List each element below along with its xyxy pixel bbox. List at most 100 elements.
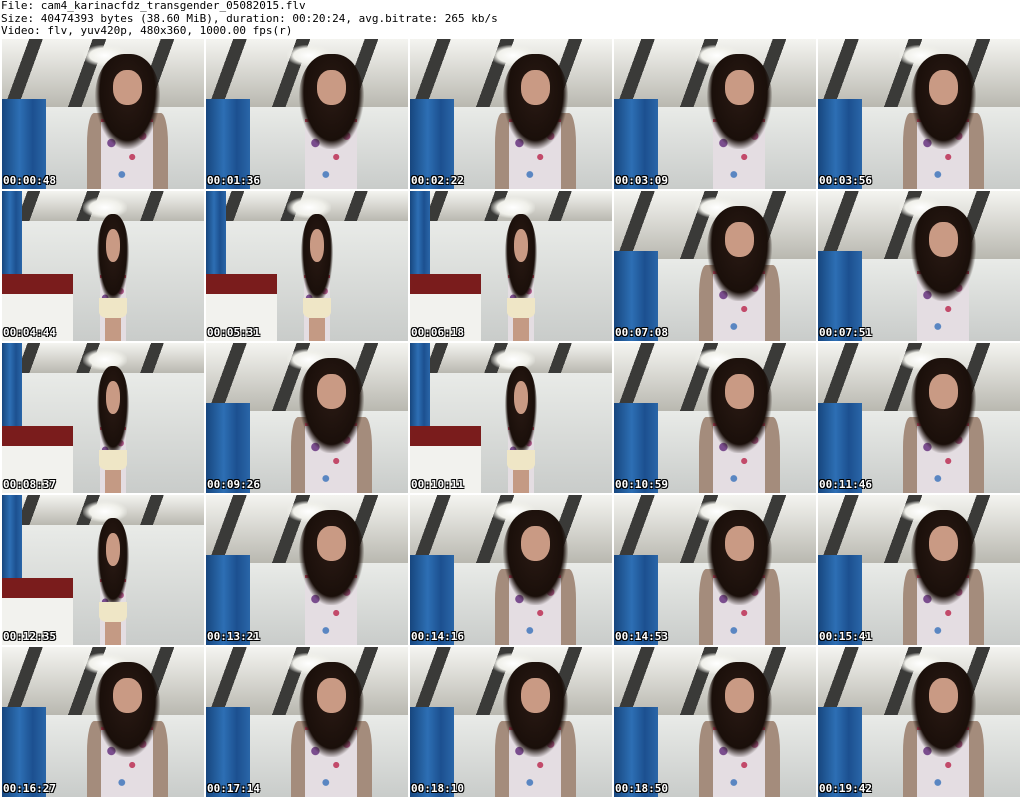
face <box>316 678 346 714</box>
person <box>698 662 780 797</box>
video-thumbnail: 00:19:42 <box>818 647 1020 797</box>
face <box>928 526 958 562</box>
skirt <box>506 297 536 319</box>
video-thumbnail: 00:04:44 <box>2 191 204 341</box>
video-thumbnail: 00:08:37 <box>2 343 204 493</box>
person <box>494 510 576 645</box>
timestamp-label: 00:14:16 <box>411 630 464 643</box>
timestamp-label: 00:15:41 <box>819 630 872 643</box>
timestamp-label: 00:07:08 <box>615 326 668 339</box>
timestamp-label: 00:10:11 <box>411 478 464 491</box>
face <box>724 70 754 106</box>
video-thumbnail: 00:11:46 <box>818 343 1020 493</box>
video-thumbnail: 00:07:08 <box>614 191 816 341</box>
video-thumbnail: 00:14:53 <box>614 495 816 645</box>
timestamp-label: 00:11:46 <box>819 478 872 491</box>
face <box>309 228 325 262</box>
person <box>501 365 541 493</box>
face <box>520 526 550 562</box>
person <box>501 213 541 341</box>
skirt <box>506 449 536 471</box>
person <box>698 206 780 341</box>
file-name-line: File: cam4_karinacfdz_transgender_050820… <box>1 0 306 12</box>
face <box>724 678 754 714</box>
video-thumbnail: 00:07:51 <box>818 191 1020 341</box>
person <box>290 662 372 797</box>
timestamp-label: 00:03:56 <box>819 174 872 187</box>
person <box>93 213 133 341</box>
legs <box>513 470 530 493</box>
person <box>291 510 372 645</box>
video-thumbnail: 00:17:14 <box>206 647 408 797</box>
person <box>93 365 133 493</box>
video-thumbnail: 00:12:35 <box>2 495 204 645</box>
person <box>86 54 168 189</box>
person <box>290 358 372 493</box>
person <box>297 213 337 341</box>
video-thumbnail: 00:02:22 <box>410 39 612 189</box>
video-thumbnail: 00:15:41 <box>818 495 1020 645</box>
thumbnail-grid: 00:00:48 00:01:36 00:02:22 00:03:09 00:03:56… <box>2 39 1020 797</box>
person <box>86 662 168 797</box>
face <box>105 532 121 566</box>
video-thumbnail: 00:01:36 <box>206 39 408 189</box>
timestamp-label: 00:03:09 <box>615 174 668 187</box>
timestamp-label: 00:18:50 <box>615 782 668 795</box>
face <box>513 228 529 262</box>
face <box>724 374 754 410</box>
legs <box>105 470 122 493</box>
face <box>105 228 121 262</box>
timestamp-label: 00:05:31 <box>207 326 260 339</box>
person <box>699 54 780 189</box>
skirt <box>98 297 128 319</box>
video-thumbnail: 00:16:27 <box>2 647 204 797</box>
skirt <box>302 297 332 319</box>
video-thumbnail: 00:10:59 <box>614 343 816 493</box>
face <box>520 678 550 714</box>
timestamp-label: 00:16:27 <box>3 782 56 795</box>
face <box>316 526 346 562</box>
file-info-header: File: cam4_karinacfdz_transgender_050820… <box>0 0 1024 38</box>
person <box>903 206 984 341</box>
legs <box>513 318 530 341</box>
person <box>902 510 984 645</box>
timestamp-label: 00:13:21 <box>207 630 260 643</box>
legs <box>309 318 326 341</box>
video-thumbnail: 00:03:09 <box>614 39 816 189</box>
video-thumbnail: 00:13:21 <box>206 495 408 645</box>
person <box>902 358 984 493</box>
person <box>291 54 372 189</box>
face <box>105 380 121 414</box>
timestamp-label: 00:14:53 <box>615 630 668 643</box>
timestamp-label: 00:01:36 <box>207 174 260 187</box>
face <box>928 678 958 714</box>
video-thumbnail: 00:09:26 <box>206 343 408 493</box>
timestamp-label: 00:08:37 <box>3 478 56 491</box>
video-thumbnail: 00:00:48 <box>2 39 204 189</box>
timestamp-label: 00:00:48 <box>3 174 56 187</box>
skirt <box>98 601 128 623</box>
face <box>316 70 346 106</box>
person <box>698 510 780 645</box>
face <box>520 70 550 106</box>
person <box>494 662 576 797</box>
video-thumbnail: 00:05:31 <box>206 191 408 341</box>
person <box>494 54 576 189</box>
face <box>928 70 958 106</box>
timestamp-label: 00:18:10 <box>411 782 464 795</box>
legs <box>105 318 122 341</box>
video-info-line: Video: flv, yuv420p, 480x360, 1000.00 fp… <box>1 24 293 37</box>
face <box>724 526 754 562</box>
timestamp-label: 00:10:59 <box>615 478 668 491</box>
timestamp-label: 00:09:26 <box>207 478 260 491</box>
person <box>93 517 133 645</box>
legs <box>105 622 122 645</box>
timestamp-label: 00:19:42 <box>819 782 872 795</box>
face <box>928 222 958 258</box>
face <box>928 374 958 410</box>
video-thumbnail: 00:10:11 <box>410 343 612 493</box>
timestamp-label: 00:07:51 <box>819 326 872 339</box>
timestamp-label: 00:17:14 <box>207 782 260 795</box>
face <box>724 222 754 258</box>
timestamp-label: 00:02:22 <box>411 174 464 187</box>
